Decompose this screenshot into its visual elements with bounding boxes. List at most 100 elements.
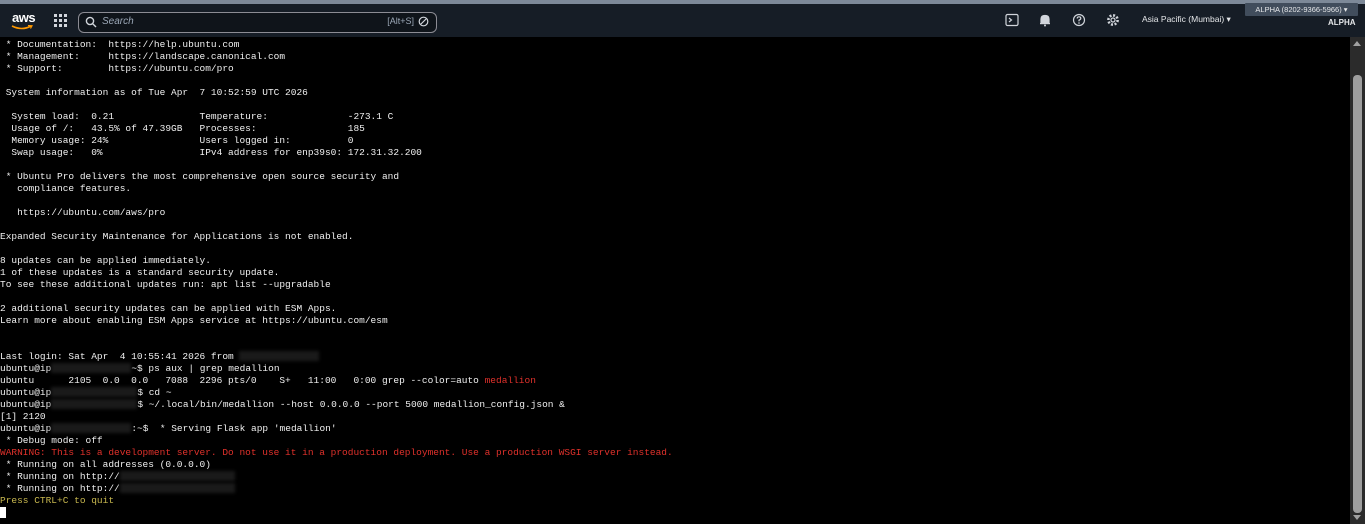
search-shortcut-hint: [Alt+S] [387, 16, 414, 26]
clear-icon[interactable] [418, 16, 429, 27]
region-selector[interactable]: Asia Pacific (Mumbai) ▾ [1142, 14, 1231, 25]
terminal-line-text: * Documentation: https://help.ubuntu.com [0, 39, 240, 50]
terminal-line-text: ubuntu@ip [0, 423, 52, 434]
terminal-line: Last login: Sat Apr 4 10:55:41 2026 from [0, 351, 1350, 363]
aws-logo-text: aws [12, 10, 36, 25]
terminal-line-text: Learn more about enabling ESM Apps servi… [0, 315, 388, 326]
redacted-text [239, 351, 320, 362]
terminal-line: 2 additional security updates can be app… [0, 303, 1350, 315]
terminal-cursor [0, 507, 6, 518]
terminal-line: System load: 0.21 Temperature: -273.1 C [0, 111, 1350, 123]
terminal-line: Memory usage: 24% Users logged in: 0 [0, 135, 1350, 147]
redacted-text [51, 363, 132, 374]
terminal-line-text: [1] 2120 [0, 411, 46, 422]
terminal-line: Learn more about enabling ESM Apps servi… [0, 315, 1350, 327]
terminal-line: System information as of Tue Apr 7 10:52… [0, 87, 1350, 99]
search-box[interactable]: Search [Alt+S] [78, 12, 437, 33]
terminal-line: * Running on all addresses (0.0.0.0) [0, 459, 1350, 471]
scroll-up-arrow-icon[interactable] [1353, 41, 1361, 46]
terminal-line [0, 507, 1350, 519]
terminal-line: * Debug mode: off [0, 435, 1350, 447]
terminal-line-text: Usage of /: 43.5% of 47.39GB Processes: … [0, 123, 365, 134]
terminal-line-text: 8 updates can be applied immediately. [0, 255, 211, 266]
bell-icon[interactable] [1038, 13, 1052, 27]
terminal-line: Swap usage: 0% IPv4 address for enp39s0:… [0, 147, 1350, 159]
aws-logo[interactable]: aws [9, 10, 37, 33]
terminal-line: To see these additional updates run: apt… [0, 279, 1350, 291]
terminal-window[interactable]: * Documentation: https://help.ubuntu.com… [0, 37, 1350, 524]
terminal-output: * Documentation: https://help.ubuntu.com… [0, 39, 1350, 519]
terminal-line-text: compliance features. [0, 183, 132, 194]
terminal-line-text: Swap usage: 0% IPv4 address for enp39s0:… [0, 147, 422, 158]
terminal-line-text: * Debug mode: off [0, 435, 103, 446]
terminal-line-text: * Running on http:// [0, 483, 120, 494]
terminal-line-text: Press CTRL+C to quit [0, 495, 115, 506]
search-input[interactable]: Search [102, 16, 134, 27]
terminal-line-text: Memory usage: 24% Users logged in: 0 [0, 135, 354, 146]
redacted-text [119, 483, 235, 494]
terminal-line-text: ubuntu@ip [0, 399, 52, 410]
gear-icon[interactable] [1106, 13, 1120, 27]
scroll-down-arrow-icon[interactable] [1353, 515, 1361, 520]
terminal-line: * Running on http:// [0, 483, 1350, 495]
search-icon [85, 16, 97, 28]
terminal-line-text: To see these additional updates run: apt… [0, 279, 331, 290]
terminal-command-text: :~$ * Serving Flask app 'medallion' [131, 423, 337, 434]
terminal-line-text: System information as of Tue Apr 7 10:52… [0, 87, 308, 98]
terminal-line: * Support: https://ubuntu.com/pro [0, 63, 1350, 75]
terminal-command-text: $ ~/.local/bin/medallion --host 0.0.0.0 … [137, 399, 565, 410]
terminal-line-text: ubuntu@ip [0, 387, 52, 398]
terminal-line-text: * Running on http:// [0, 471, 120, 482]
terminal-line: Usage of /: 43.5% of 47.39GB Processes: … [0, 123, 1350, 135]
terminal-line: https://ubuntu.com/aws/pro [0, 207, 1350, 219]
terminal-command-text: ~$ ps aux | grep medallion [131, 363, 280, 374]
terminal-line: * Running on http:// [0, 471, 1350, 483]
terminal-line: Expanded Security Maintenance for Applic… [0, 231, 1350, 243]
terminal-line-text: ubuntu@ip [0, 363, 52, 374]
services-menu-icon[interactable] [54, 14, 67, 27]
aws-smile-icon [11, 25, 33, 30]
cloudshell-icon[interactable] [1005, 13, 1019, 27]
terminal-line: Press CTRL+C to quit [0, 495, 1350, 507]
terminal-line: 8 updates can be applied immediately. [0, 255, 1350, 267]
redacted-text [119, 471, 235, 482]
help-icon[interactable] [1072, 13, 1086, 27]
terminal-line: * Ubuntu Pro delivers the most comprehen… [0, 171, 1350, 183]
terminal-line: ubuntu@ip $ ~/.local/bin/medallion --host… [0, 399, 1350, 411]
aws-console-navbar: aws Search [Alt+S] Asia Pacific (Mumbai)… [0, 4, 1365, 37]
terminal-command-text: $ cd ~ [137, 387, 172, 398]
terminal-line-text: * Management: https://landscape.canonica… [0, 51, 286, 62]
terminal-line-text: 1 of these updates is a standard securit… [0, 267, 280, 278]
terminal-line-text: https://ubuntu.com/aws/pro [0, 207, 166, 218]
terminal-line: * Management: https://landscape.canonica… [0, 51, 1350, 63]
terminal-line: WARNING: This is a development server. D… [0, 447, 1350, 459]
terminal-line-text: * Running on all addresses (0.0.0.0) [0, 459, 211, 470]
terminal-line: ubuntu@ip :~$ * Serving Flask app 'medall… [0, 423, 1350, 435]
redacted-text [51, 399, 138, 410]
scrollbar-thumb[interactable] [1353, 75, 1362, 513]
grep-match-highlight: medallion [484, 375, 536, 386]
redacted-text [51, 423, 132, 434]
terminal-line-text: Last login: Sat Apr 4 10:55:41 2026 from [0, 351, 240, 362]
terminal-line: ubuntu@ip ~$ ps aux | grep medallion [0, 363, 1350, 375]
account-name: ALPHA [1328, 18, 1356, 27]
terminal-scrollbar[interactable] [1350, 37, 1365, 524]
redacted-text [51, 387, 138, 398]
terminal-line: compliance features. [0, 183, 1350, 195]
account-menu-button[interactable]: ALPHA (8202-9366-5966) ▾ [1245, 3, 1358, 16]
terminal-line-text: ubuntu 2105 0.0 0.0 7088 2296 pts/0 S+ 1… [0, 375, 485, 386]
terminal-line-text: 2 additional security updates can be app… [0, 303, 337, 314]
terminal-line: ubuntu@ip $ cd ~ [0, 387, 1350, 399]
terminal-line: * Documentation: https://help.ubuntu.com [0, 39, 1350, 51]
terminal-line: ubuntu 2105 0.0 0.0 7088 2296 pts/0 S+ 1… [0, 375, 1350, 387]
terminal-line-text: Expanded Security Maintenance for Applic… [0, 231, 354, 242]
terminal-line-text: System load: 0.21 Temperature: -273.1 C [0, 111, 394, 122]
